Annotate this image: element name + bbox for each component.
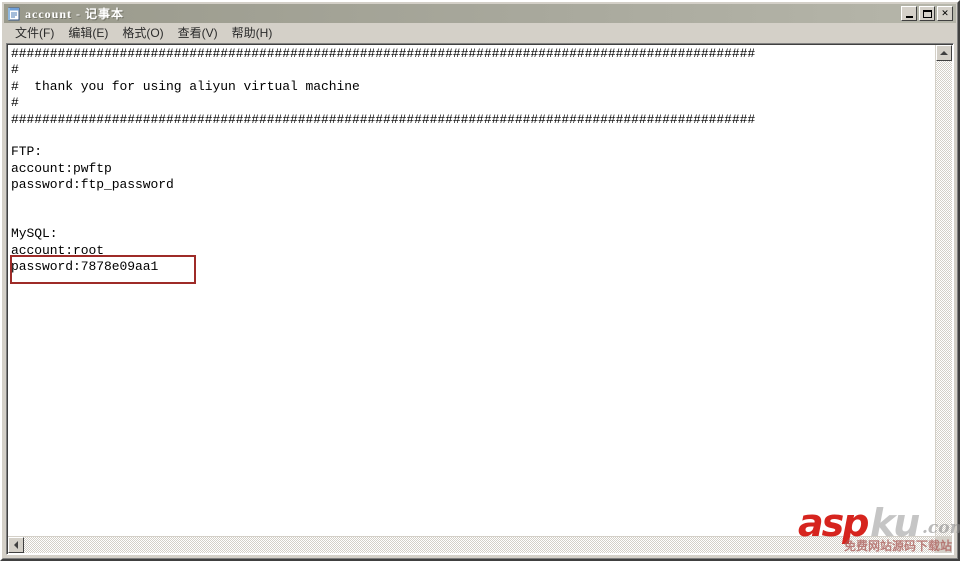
notepad-window: account - 记事本 ✕ 文件(F) 编辑(E) 格式(O) 查看(V) … <box>0 0 960 561</box>
horizontal-scrollbar[interactable] <box>8 536 935 553</box>
chevron-left-icon <box>14 541 18 549</box>
close-icon: ✕ <box>941 8 949 18</box>
vertical-scrollbar[interactable] <box>935 45 952 536</box>
text-editor-area[interactable]: ########################################… <box>6 43 954 555</box>
menu-item-help[interactable]: 帮助(H) <box>225 23 280 43</box>
title-bar[interactable]: account - 记事本 ✕ <box>4 4 956 23</box>
menu-item-view[interactable]: 查看(V) <box>171 23 225 43</box>
minimize-button[interactable] <box>901 6 917 21</box>
document-text[interactable]: ########################################… <box>11 46 916 276</box>
maximize-button[interactable] <box>919 6 935 21</box>
close-button[interactable]: ✕ <box>937 6 953 21</box>
chevron-up-icon <box>940 51 948 55</box>
notepad-icon <box>7 7 21 21</box>
window-controls: ✕ <box>901 6 954 21</box>
menu-item-format[interactable]: 格式(O) <box>115 23 170 43</box>
menu-item-file[interactable]: 文件(F) <box>8 23 61 43</box>
window-title: account - 记事本 <box>25 7 124 21</box>
menu-bar: 文件(F) 编辑(E) 格式(O) 查看(V) 帮助(H) <box>5 24 955 42</box>
scrollbar-corner <box>935 536 952 553</box>
scroll-up-button[interactable] <box>936 45 952 61</box>
menu-item-edit[interactable]: 编辑(E) <box>61 23 115 43</box>
scroll-left-button[interactable] <box>8 537 24 553</box>
